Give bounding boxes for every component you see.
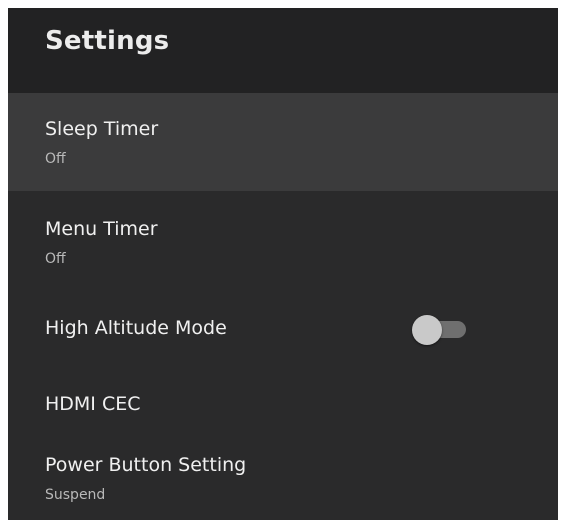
toggle-thumb (412, 315, 442, 345)
power-button-setting-item[interactable]: Power Button Setting Suspend (8, 440, 558, 520)
high-altitude-mode-label: High Altitude Mode (45, 317, 227, 339)
page-title: Settings (45, 26, 170, 56)
power-button-setting-label: Power Button Setting (45, 454, 247, 476)
hdmi-cec-item[interactable]: HDMI CEC (8, 381, 558, 429)
high-altitude-mode-item[interactable]: High Altitude Mode (8, 304, 558, 356)
menu-timer-item[interactable]: Menu Timer Off (8, 202, 558, 280)
sleep-timer-label: Sleep Timer (45, 118, 159, 140)
power-button-setting-value: Suspend (45, 487, 106, 503)
hdmi-cec-label: HDMI CEC (45, 393, 141, 415)
menu-timer-label: Menu Timer (45, 218, 158, 240)
settings-header: Settings (8, 8, 558, 93)
settings-panel: Settings Sleep Timer Off Menu Timer Off … (8, 8, 558, 520)
sleep-timer-item[interactable]: Sleep Timer Off (8, 93, 558, 191)
high-altitude-mode-toggle[interactable] (412, 315, 468, 345)
menu-timer-value: Off (45, 251, 66, 267)
sleep-timer-value: Off (45, 151, 66, 167)
